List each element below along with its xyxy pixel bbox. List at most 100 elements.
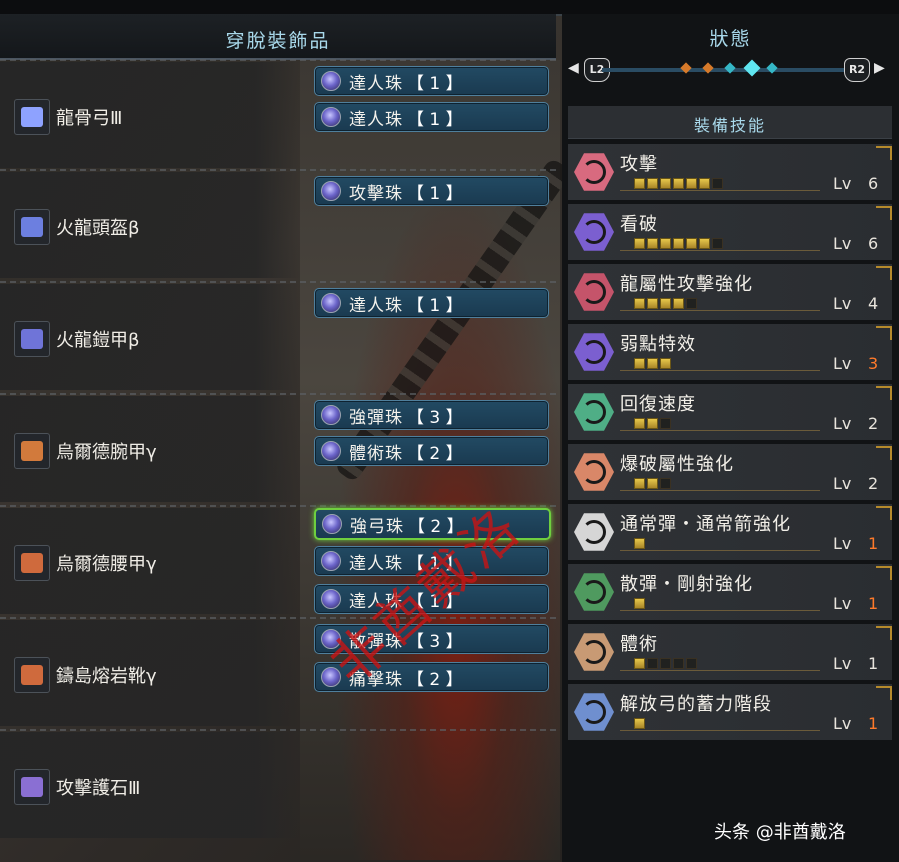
status-panel: 狀態 ◀ L2 R2 ▶ 裝備技能 攻擊 Lv 6 看破 Lv 6 龍屬性攻擊強化 Lv 4 弱點… <box>562 14 899 862</box>
skill-row[interactable]: 解放弓的蓄力階段 Lv 1 <box>568 684 892 740</box>
skill-level-value: 2 <box>868 474 879 493</box>
skill-level-bar <box>620 176 820 191</box>
skill-level-value: 1 <box>868 594 879 613</box>
equipment-name: 攻擊護石Ⅲ <box>56 778 141 799</box>
skill-level-pip <box>673 178 684 189</box>
right-arrow-icon[interactable]: ▶ <box>874 60 885 76</box>
skill-level-pip <box>634 358 645 369</box>
row-divider <box>0 169 556 171</box>
skill-jewel-icon <box>574 693 614 731</box>
skill-row[interactable]: 看破 Lv 6 <box>568 204 892 260</box>
skill-level-pip <box>647 658 658 669</box>
equipment-row[interactable]: 龍骨弓Ⅲ 達人珠【 1 】達人珠【 1 】 <box>0 59 556 172</box>
skill-level-pip <box>673 298 684 309</box>
page-navigator: ◀ L2 R2 ▶ <box>562 56 899 84</box>
skill-level-bar <box>620 416 820 431</box>
skill-row[interactable]: 龍屬性攻擊強化 Lv 4 <box>568 264 892 320</box>
skill-level-pip <box>647 358 658 369</box>
equipment-row[interactable]: 鑄島熔岩靴γ 散彈珠【 3 】痛擊珠【 2 】 <box>0 617 556 730</box>
page-indicator <box>602 59 859 77</box>
decoration-name: 達人珠 <box>349 109 403 130</box>
r2-button[interactable]: R2 <box>844 58 870 82</box>
skill-level-pip <box>660 418 671 429</box>
skill-name: 散彈・剛射強化 <box>620 574 753 595</box>
decoration-name: 達人珠 <box>349 73 403 94</box>
skill-level-pip <box>647 238 658 249</box>
skill-level-value: 3 <box>868 354 879 373</box>
skill-row[interactable]: 通常彈・通常箭強化 Lv 1 <box>568 504 892 560</box>
waist-armor-icon <box>14 545 50 581</box>
decoration-gem-icon <box>322 514 342 534</box>
skill-row[interactable]: 爆破屬性強化 Lv 2 <box>568 444 892 500</box>
page-dot <box>724 62 736 74</box>
equipment-name: 龍骨弓Ⅲ <box>56 108 123 129</box>
equipment-name: 烏爾德腕甲γ <box>56 442 157 463</box>
row-divider <box>0 59 556 61</box>
decoration-slot[interactable]: 強彈珠【 3 】 <box>314 400 549 430</box>
skill-level-pip <box>699 178 710 189</box>
decoration-panel-header: 穿脫裝飾品 <box>0 14 556 60</box>
skill-level-value: 6 <box>868 234 879 253</box>
skill-name: 體術 <box>620 634 658 655</box>
skill-row[interactable]: 回復速度 Lv 2 <box>568 384 892 440</box>
equipment-row[interactable]: 火龍頭盔β 攻擊珠【 1 】 <box>0 169 556 282</box>
skill-level-bar <box>620 716 820 731</box>
equipped-skills-title: 裝備技能 <box>693 116 766 135</box>
skill-lv-label: Lv <box>833 534 852 553</box>
skill-level-pip <box>647 298 658 309</box>
decoration-gem-icon <box>321 71 341 91</box>
skill-lv-label: Lv <box>833 474 852 493</box>
row-divider <box>0 281 556 283</box>
skill-level-bar <box>620 596 820 611</box>
row-divider <box>0 393 556 395</box>
skill-level-pip <box>660 238 671 249</box>
skill-row[interactable]: 散彈・剛射強化 Lv 1 <box>568 564 892 620</box>
skill-level-bar <box>620 656 820 671</box>
skill-level-bar <box>620 236 820 251</box>
skill-jewel-icon <box>574 153 614 191</box>
decoration-slot[interactable]: 達人珠【 1 】 <box>314 66 549 96</box>
corner-ornament <box>876 266 892 280</box>
skill-level-pip <box>673 238 684 249</box>
skill-jewel-icon <box>574 513 614 551</box>
skill-row[interactable]: 體術 Lv 1 <box>568 624 892 680</box>
charm-icon <box>14 769 50 805</box>
equipment-row[interactable]: 火龍鎧甲β 達人珠【 1 】 <box>0 281 556 394</box>
skill-row[interactable]: 攻擊 Lv 6 <box>568 144 892 200</box>
decoration-gem-icon <box>321 107 341 127</box>
skill-level-bar <box>620 536 820 551</box>
corner-ornament <box>876 326 892 340</box>
decoration-slot[interactable]: 攻擊珠【 1 】 <box>314 176 549 206</box>
decoration-level: 【 1 】 <box>407 295 463 316</box>
skill-level-bar <box>620 296 820 311</box>
equipment-row[interactable]: 烏爾德腕甲γ 強彈珠【 3 】體術珠【 2 】 <box>0 393 556 506</box>
decoration-slot[interactable]: 達人珠【 1 】 <box>314 288 549 318</box>
decoration-name: 強弓珠 <box>350 516 404 537</box>
skill-level-pip <box>673 658 684 669</box>
skill-level-pip <box>634 658 645 669</box>
equipment-row[interactable]: 攻擊護石Ⅲ <box>0 729 556 842</box>
left-arrow-icon[interactable]: ◀ <box>568 60 579 76</box>
decoration-gem-icon <box>321 441 341 461</box>
skill-name: 通常彈・通常箭強化 <box>620 514 791 535</box>
equipment-name: 火龍頭盔β <box>56 218 140 239</box>
skill-level-pip <box>686 658 697 669</box>
decoration-slot[interactable]: 達人珠【 1 】 <box>314 102 549 132</box>
decoration-panel-title: 穿脫裝飾品 <box>225 30 331 52</box>
corner-ornament <box>876 686 892 700</box>
skill-jewel-icon <box>574 573 614 611</box>
bow-icon <box>14 99 50 135</box>
skill-level-pip <box>647 418 658 429</box>
skill-jewel-icon <box>574 453 614 491</box>
skill-level-value: 1 <box>868 714 879 733</box>
decoration-level: 【 2 】 <box>407 443 463 464</box>
skill-level-pip <box>647 178 658 189</box>
skill-name: 攻擊 <box>620 154 658 175</box>
skill-jewel-icon <box>574 333 614 371</box>
skill-level-pip <box>660 358 671 369</box>
decoration-slot[interactable]: 體術珠【 2 】 <box>314 436 549 466</box>
skill-level-pip <box>686 298 697 309</box>
skill-row[interactable]: 弱點特效 Lv 3 <box>568 324 892 380</box>
decoration-level: 【 2 】 <box>407 669 463 690</box>
row-divider <box>0 729 556 731</box>
